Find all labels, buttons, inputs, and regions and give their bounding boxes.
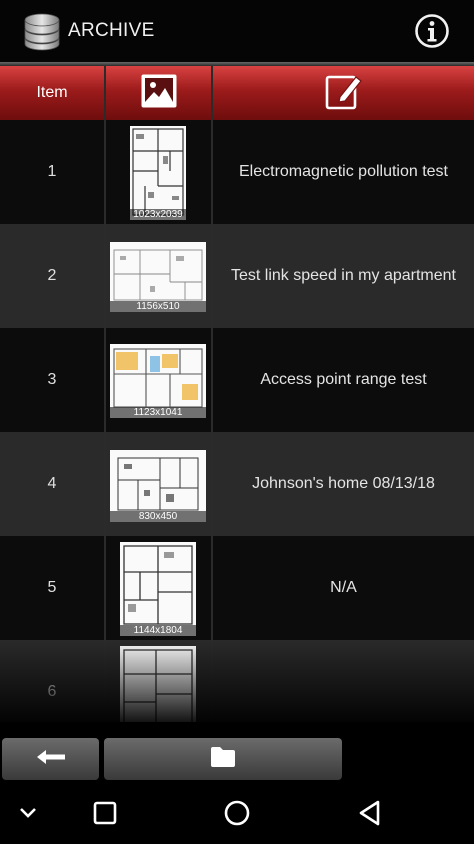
floorplan-thumbnail [120, 646, 196, 722]
row-description [213, 640, 474, 722]
item-column-header: Item [36, 84, 68, 101]
floorplan-thumbnail: 830x450 [110, 450, 206, 522]
back-button[interactable] [2, 738, 99, 780]
floorplan-thumbnail: 1123x1041 [110, 344, 206, 418]
table-row[interactable]: 5 1144x1804 N/A [0, 536, 474, 640]
image-dimensions: 830x450 [110, 511, 206, 522]
image-icon [140, 73, 178, 114]
item-number: 6 [47, 683, 57, 700]
column-divider [211, 66, 213, 722]
row-description: Test link speed in my apartment [231, 267, 456, 284]
item-number: 2 [47, 267, 57, 284]
row-description: N/A [330, 579, 357, 596]
row-description: Access point range test [260, 371, 427, 388]
table-row[interactable]: 2 1156x510 Test link speed in my apartme… [0, 224, 474, 328]
item-number: 3 [47, 371, 57, 388]
image-column-header[interactable] [106, 66, 211, 120]
column-divider [104, 66, 106, 722]
item-number: 4 [47, 475, 57, 492]
folder-icon [210, 746, 236, 773]
open-folder-button[interactable] [104, 738, 342, 780]
table-header: Item [0, 66, 474, 120]
app-title: ARCHIVE [68, 20, 155, 41]
image-dimensions: 1156x510 [110, 301, 206, 312]
floorplan-thumbnail: 1156x510 [110, 242, 206, 312]
recents-icon[interactable] [85, 796, 125, 830]
back-triangle-icon[interactable] [350, 796, 390, 830]
table-row[interactable]: 4 830x450 Johnson's home 08/13/18 [0, 432, 474, 536]
database-icon [22, 12, 62, 57]
table-row[interactable]: 6 [0, 640, 474, 722]
row-description: Electromagnetic pollution test [239, 163, 448, 180]
edit-icon [324, 71, 364, 116]
home-icon[interactable] [217, 796, 257, 830]
archive-table: 1 1023x2039 Electromagnetic pollution te… [0, 120, 474, 722]
app-bar: ARCHIVE [0, 0, 474, 62]
table-row[interactable]: 1 1023x2039 Electromagnetic pollution te… [0, 120, 474, 224]
table-row[interactable]: 3 1123x1041 Access point range test [0, 328, 474, 432]
item-number: 1 [47, 163, 57, 180]
row-description: Johnson's home 08/13/18 [252, 475, 435, 492]
description-column-header[interactable] [213, 66, 474, 120]
image-dimensions: 1023x2039 [130, 209, 186, 220]
floorplan-thumbnail: 1023x2039 [130, 126, 186, 220]
image-dimensions: 1123x1041 [110, 407, 206, 418]
arrow-left-icon [36, 749, 66, 770]
chevron-down-icon[interactable] [8, 796, 48, 830]
system-nav-bar [0, 782, 474, 844]
info-icon[interactable] [414, 13, 450, 49]
floorplan-thumbnail: 1144x1804 [120, 542, 196, 636]
item-number: 5 [47, 579, 57, 596]
image-dimensions: 1144x1804 [120, 625, 196, 636]
